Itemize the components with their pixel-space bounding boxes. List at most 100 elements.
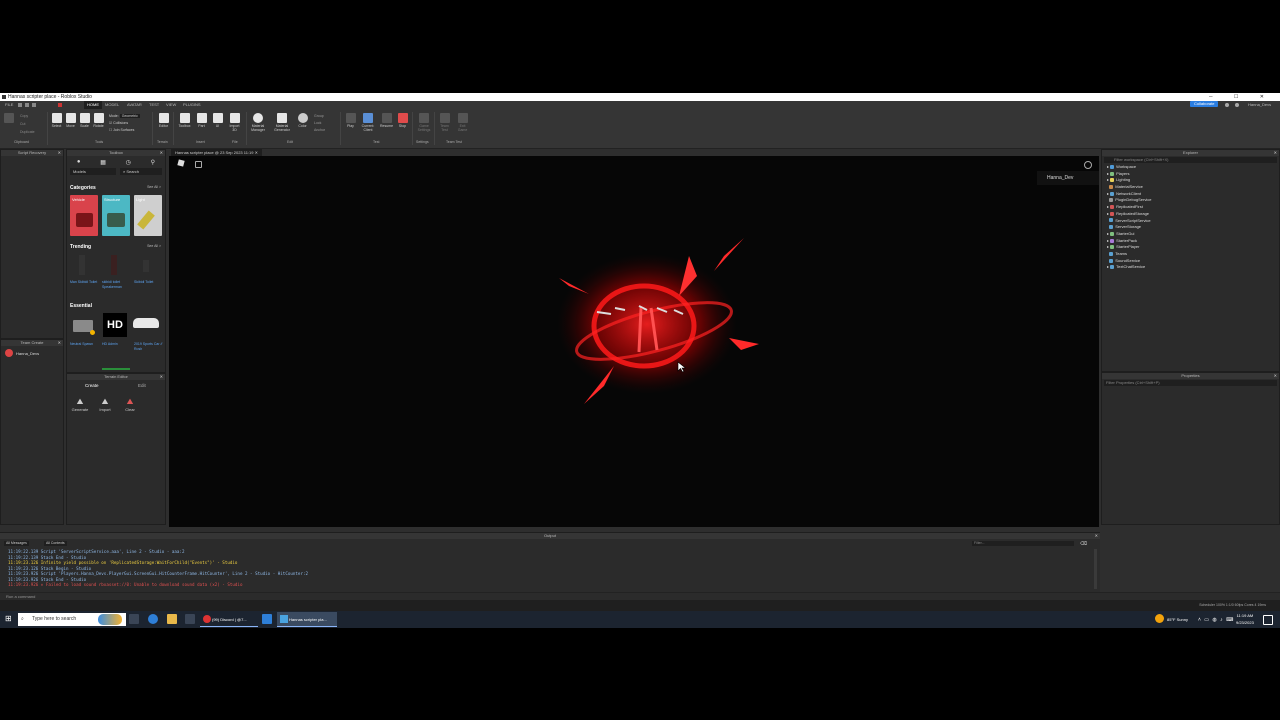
tree-item[interactable]: MaterialService bbox=[1107, 184, 1279, 191]
3d-viewport[interactable]: Hanna_Dev bbox=[169, 156, 1099, 527]
tab-avatar[interactable]: AVATAR bbox=[127, 101, 142, 109]
window-controls[interactable]: ─ ☐ ✕ bbox=[1209, 93, 1274, 101]
mode-select[interactable]: Geometric bbox=[119, 114, 140, 118]
paste-button[interactable] bbox=[2, 113, 15, 124]
lock-button[interactable]: Lock bbox=[314, 120, 325, 127]
chat-icon[interactable] bbox=[195, 161, 202, 168]
import-3d-button[interactable]: Import 3D bbox=[228, 113, 241, 132]
join-surfaces-checkbox[interactable]: ☐ Join Surfaces bbox=[109, 127, 140, 134]
message-filter-select[interactable]: All Messages bbox=[4, 541, 29, 546]
tree-item[interactable]: ServerScriptService bbox=[1107, 218, 1279, 225]
tab-test[interactable]: TEST bbox=[149, 101, 159, 109]
hd-admin-logo[interactable]: HD bbox=[103, 313, 127, 337]
essential-item[interactable]: Neutral Spawn bbox=[70, 342, 98, 347]
close-icon[interactable]: ✕ bbox=[58, 340, 61, 346]
close-icon[interactable]: ✕ bbox=[1095, 533, 1098, 539]
tab-model[interactable]: MODEL bbox=[105, 101, 119, 109]
creations-tab-icon[interactable]: ⚲ bbox=[151, 159, 155, 166]
marketplace-tab-icon[interactable]: ▦ bbox=[100, 159, 106, 166]
tab-plugins[interactable]: PLUGINS bbox=[183, 101, 201, 109]
quick-access-icon[interactable] bbox=[18, 103, 22, 107]
notifications-icon[interactable] bbox=[1235, 103, 1239, 107]
tree-item[interactable]: ▸ Workspace bbox=[1107, 164, 1279, 171]
material-manager-button[interactable]: Material Manager bbox=[250, 113, 266, 132]
tree-item[interactable]: Teams bbox=[1107, 251, 1279, 258]
explorer-filter-input[interactable]: Filter workspace (Ctrl+Shift+X) bbox=[1104, 157, 1277, 163]
terrain-tab-create[interactable]: Create bbox=[85, 383, 99, 388]
game-settings-button[interactable]: Game Settings bbox=[416, 113, 432, 132]
tree-item[interactable]: ▸ ReplicatedStorage bbox=[1107, 211, 1279, 218]
tab-view[interactable]: VIEW bbox=[166, 101, 176, 109]
clock[interactable]: 11:19 AM 9/23/2023 bbox=[1236, 612, 1254, 626]
inventory-tab-icon[interactable]: ● bbox=[77, 159, 81, 165]
see-all-link[interactable]: See All > bbox=[147, 244, 161, 248]
share-icon[interactable] bbox=[1225, 103, 1229, 107]
category-structure[interactable]: Structure bbox=[102, 195, 130, 236]
rotate-tool[interactable]: Rotate bbox=[92, 113, 105, 128]
command-input[interactable]: Run a command bbox=[0, 594, 35, 599]
roblox-menu-icon[interactable] bbox=[177, 159, 185, 167]
undo-icon[interactable] bbox=[25, 103, 29, 107]
current-client-button[interactable]: Current: Client bbox=[360, 113, 376, 132]
store-icon[interactable] bbox=[185, 614, 195, 624]
search-input[interactable]: ⌕ Search bbox=[120, 168, 162, 175]
file-menu[interactable]: FILE bbox=[5, 101, 13, 109]
select-tool[interactable]: Select bbox=[50, 113, 63, 128]
close-icon[interactable]: ✕ bbox=[1274, 373, 1277, 379]
tree-item[interactable]: ▸ Lighting bbox=[1107, 177, 1279, 184]
user-name[interactable]: Hanna_Devs bbox=[1248, 101, 1271, 109]
sports-car-thumbnail[interactable] bbox=[133, 318, 159, 328]
context-filter-select[interactable]: All Contexts bbox=[44, 541, 67, 546]
trending-item[interactable]: skibidi toilet Speakerman bbox=[102, 280, 132, 290]
resume-button[interactable]: Resume bbox=[380, 113, 393, 128]
tree-item[interactable]: ▸ NetworkClient bbox=[1107, 191, 1279, 198]
cut-button[interactable]: Cut bbox=[20, 120, 35, 128]
output-filter-input[interactable]: Filter... bbox=[972, 541, 1074, 546]
generate-button[interactable]: ⛰ Generate bbox=[71, 397, 89, 412]
file-explorer-icon[interactable] bbox=[167, 614, 177, 624]
duplicate-button[interactable]: Duplicate bbox=[20, 128, 35, 136]
team-test-button[interactable]: Team Test bbox=[438, 113, 451, 132]
terrain-editor-button[interactable]: Editor bbox=[157, 113, 170, 128]
tree-item[interactable]: ServerStorage bbox=[1107, 224, 1279, 231]
see-all-link[interactable]: See All > bbox=[147, 185, 161, 189]
tree-item[interactable]: ▸ Players bbox=[1107, 171, 1279, 178]
weather-readout[interactable]: 85°F Sunny bbox=[1167, 611, 1188, 628]
trending-thumbnail[interactable] bbox=[79, 255, 85, 275]
properties-filter-input[interactable]: Filter Properties (Ctrl+Shift+P) bbox=[1104, 380, 1277, 386]
exit-game-button[interactable]: Exit Game bbox=[456, 113, 469, 132]
mail-icon[interactable] bbox=[262, 614, 272, 624]
clear-output-icon[interactable]: ⌫ bbox=[1080, 541, 1087, 547]
document-tab[interactable]: Hannas scripter place @ 23 Sep 2023 11:1… bbox=[171, 149, 262, 156]
scale-tool[interactable]: Scale bbox=[78, 113, 91, 128]
toolbox-button[interactable]: Toolbox bbox=[178, 113, 191, 128]
move-tool[interactable]: Move bbox=[64, 113, 77, 128]
material-generator-button[interactable]: Material Generator bbox=[274, 113, 290, 132]
tree-item[interactable]: ▸ ReplicatedFirst bbox=[1107, 204, 1279, 211]
close-icon[interactable]: ✕ bbox=[1274, 150, 1277, 156]
group-button[interactable]: Group bbox=[314, 113, 325, 120]
category-vehicle[interactable]: Vehicle bbox=[70, 195, 98, 236]
collisions-checkbox[interactable]: ☑ Collisions bbox=[109, 120, 140, 127]
close-icon[interactable]: ✕ bbox=[255, 150, 258, 155]
scroll-indicator[interactable] bbox=[102, 368, 130, 370]
color-button[interactable]: Color bbox=[296, 113, 309, 128]
category-light[interactable]: Light bbox=[134, 195, 162, 236]
clear-button[interactable]: ⛰ Clear bbox=[121, 397, 139, 412]
trending-thumbnail[interactable] bbox=[111, 255, 117, 275]
trending-item[interactable]: Skibidi Toilet bbox=[134, 280, 162, 285]
redo-icon[interactable] bbox=[32, 103, 36, 107]
copy-button[interactable]: Copy bbox=[20, 112, 35, 120]
tab-home[interactable]: HOME bbox=[84, 101, 102, 109]
player-list[interactable]: Hanna_Dev bbox=[1037, 171, 1099, 185]
task-view-icon[interactable] bbox=[129, 614, 139, 624]
tray-icons[interactable]: ˄ ▭ ◍ ♪ ⌨ bbox=[1198, 617, 1234, 623]
recent-tab-icon[interactable]: ◷ bbox=[126, 159, 131, 166]
anchor-button[interactable]: Anchor bbox=[314, 127, 325, 134]
play-button[interactable]: Play bbox=[344, 113, 357, 128]
close-icon[interactable]: ✕ bbox=[58, 150, 61, 156]
part-button[interactable]: Part bbox=[195, 113, 208, 128]
stop-button[interactable]: Stop bbox=[396, 113, 409, 128]
windows-start-icon[interactable]: ⊞ bbox=[5, 615, 13, 623]
tree-item[interactable]: PluginDebugService bbox=[1107, 197, 1279, 204]
